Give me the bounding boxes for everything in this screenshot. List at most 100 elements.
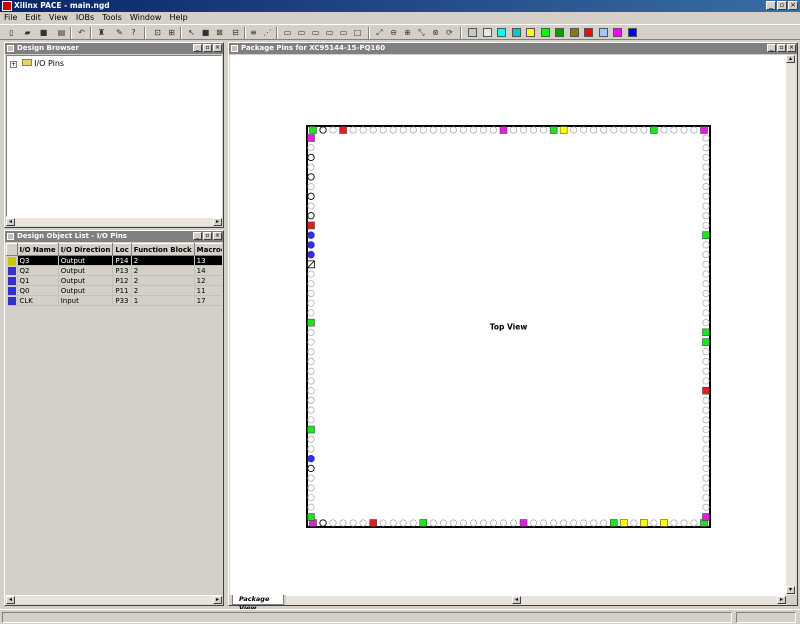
pin-bottom-5[interactable] [349, 519, 357, 527]
package-view-canvas[interactable]: Top View [230, 55, 786, 595]
horizontal-scrollbar[interactable]: ◂ ▸ [286, 595, 786, 605]
pin-top-29[interactable] [590, 126, 598, 134]
pin-left-37[interactable] [307, 484, 315, 492]
pin-left-8[interactable] [307, 202, 315, 210]
color-swatch-button[interactable] [540, 28, 550, 37]
pin-right-26[interactable] [702, 377, 710, 385]
cell-macrocell[interactable]: 13 [194, 255, 222, 266]
minimize-window-button[interactable]: _ [766, 1, 776, 10]
scroll-right-button[interactable]: ▸ [213, 596, 222, 604]
pin-right-7[interactable] [702, 192, 710, 200]
pin-bottom-15[interactable] [449, 519, 457, 527]
cell-function-block[interactable]: 2 [131, 275, 195, 286]
row-color-cell[interactable] [6, 285, 18, 296]
panel-close-button[interactable]: × [787, 44, 796, 52]
pin-left-16[interactable] [307, 280, 315, 288]
pin-left-31[interactable] [307, 425, 315, 434]
pin-right-1[interactable] [702, 134, 710, 142]
color-swatch-button[interactable] [555, 28, 564, 37]
pin-left-40[interactable] [307, 513, 315, 521]
pin-left-3[interactable] [307, 153, 315, 162]
menu-iobs[interactable]: IOBs [72, 12, 98, 24]
pin-bottom-31[interactable] [610, 519, 618, 527]
pin-bottom-19[interactable] [489, 519, 497, 527]
open-icon[interactable]: ▰ [22, 27, 33, 38]
menu-view[interactable]: View [45, 12, 72, 24]
pin-right-27[interactable] [702, 386, 710, 395]
pin-top-19[interactable] [489, 126, 497, 134]
pin-right-13[interactable] [702, 251, 710, 259]
pin-top-32[interactable] [620, 126, 628, 134]
color-swatch-button[interactable] [526, 28, 535, 37]
tree-item-io-pins[interactable]: + I/O Pins [10, 59, 64, 68]
color-swatch-button[interactable] [613, 28, 622, 37]
pin-bottom-30[interactable] [600, 519, 608, 527]
pin-bottom-37[interactable] [670, 519, 678, 527]
pin-bottom-24[interactable] [540, 519, 548, 527]
pin-bottom-36[interactable] [660, 519, 668, 527]
cell-io-name[interactable]: CLK [17, 295, 59, 306]
select-area-icon[interactable]: ⊞ [166, 27, 177, 38]
pin-right-14[interactable] [702, 260, 710, 268]
pin-left-9[interactable] [307, 212, 315, 220]
row-color-cell[interactable] [6, 275, 18, 286]
pin-top-14[interactable] [439, 126, 447, 134]
pin-top-25[interactable] [549, 126, 558, 134]
pin-left-1[interactable] [307, 134, 315, 142]
pin-right-20[interactable] [702, 319, 710, 327]
pin-top-31[interactable] [610, 126, 618, 134]
pin-bottom-8[interactable] [379, 519, 387, 527]
pin-top-40[interactable] [700, 126, 708, 134]
pin-left-34[interactable] [307, 454, 315, 463]
pin-left-18[interactable] [307, 299, 315, 307]
pin-top-30[interactable] [600, 126, 608, 134]
refresh-icon[interactable]: ⟳ [444, 27, 455, 38]
print-icon[interactable]: ▤ [56, 27, 67, 38]
column-header-loc[interactable]: Loc [112, 243, 132, 256]
bars3-icon[interactable]: ▭ [338, 27, 349, 38]
color-swatch-button[interactable] [482, 28, 492, 37]
help-pointer-icon[interactable]: ? [128, 27, 139, 38]
pin-right-15[interactable] [702, 270, 710, 278]
pin-right-3[interactable] [702, 153, 710, 161]
scroll-left-button[interactable]: ◂ [512, 596, 521, 604]
pin-top-13[interactable] [429, 126, 437, 134]
save-icon[interactable]: ■ [38, 27, 49, 38]
pin-top-23[interactable] [530, 126, 538, 134]
pin-bottom-18[interactable] [479, 519, 487, 527]
table-row[interactable]: Q3 Output P14 2 13 [6, 255, 222, 266]
horizontal-scrollbar[interactable]: ◂ ▸ [6, 217, 222, 226]
cell-function-block[interactable]: 2 [131, 285, 195, 296]
pin-bottom-25[interactable] [550, 519, 558, 527]
pin-right-32[interactable] [702, 435, 710, 443]
pin-top-24[interactable] [540, 126, 548, 134]
pin-right-8[interactable] [702, 202, 710, 210]
pin-right-17[interactable] [702, 289, 710, 297]
pin-top-16[interactable] [459, 126, 467, 134]
column-header-macrocell[interactable]: Macrocell [193, 243, 222, 256]
pin-bottom-2[interactable] [319, 519, 327, 527]
pin-bottom-29[interactable] [590, 519, 598, 527]
pin-top-21[interactable] [510, 126, 518, 134]
zoom-box-icon[interactable]: ⤡ [416, 27, 427, 38]
pin-top-27[interactable] [570, 126, 578, 134]
pin-bottom-11[interactable] [409, 519, 417, 527]
pin-right-29[interactable] [702, 406, 710, 414]
pin-left-36[interactable] [307, 474, 315, 482]
pin-top-11[interactable] [409, 126, 417, 134]
scroll-right-button[interactable]: ▸ [777, 596, 786, 604]
pin-right-16[interactable] [702, 280, 710, 288]
pin-top-35[interactable] [650, 126, 658, 134]
horizontal-scrollbar[interactable]: ◂ ▸ [6, 595, 222, 604]
bank-icon[interactable]: ≡ [248, 27, 259, 38]
pin-left-22[interactable] [307, 338, 315, 346]
pin-right-19[interactable] [702, 309, 710, 317]
pin-left-38[interactable] [307, 494, 315, 502]
table-row[interactable]: CLK Input P33 1 17 [6, 295, 222, 306]
color-swatch-button[interactable] [598, 28, 608, 37]
pin-right-10[interactable] [702, 221, 710, 229]
cell-function-block[interactable]: 2 [131, 265, 195, 276]
pin-right-9[interactable] [702, 212, 710, 220]
pin-right-34[interactable] [702, 455, 710, 463]
cell-loc[interactable]: P13 [112, 265, 132, 276]
